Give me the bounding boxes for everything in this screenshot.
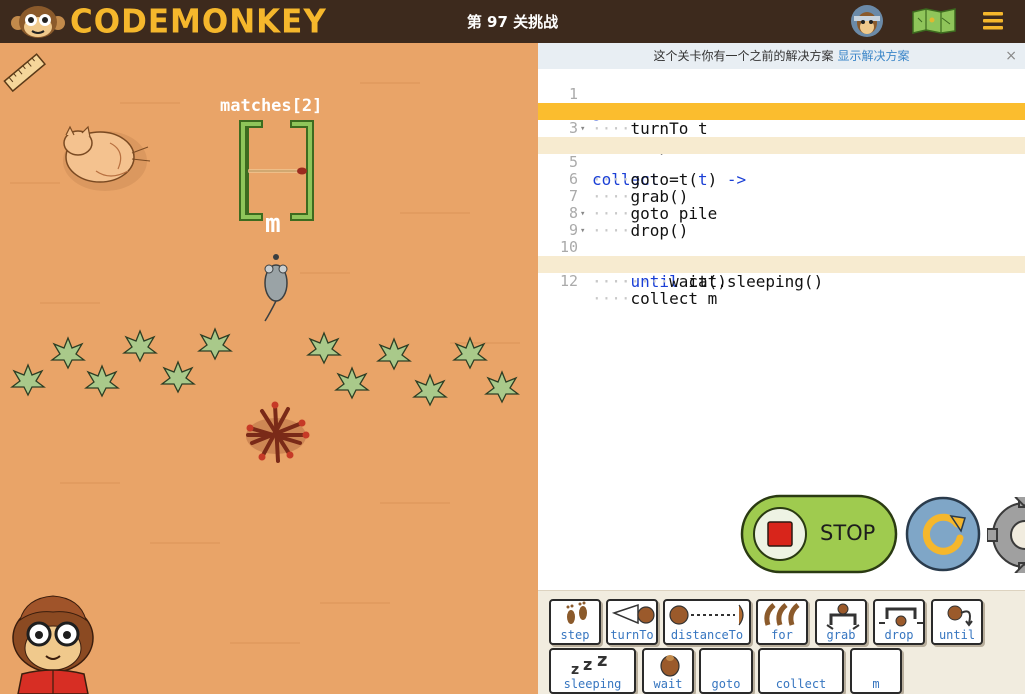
monkey-logo-icon bbox=[11, 6, 65, 38]
code-line-current[interactable]: 3 ····step distanceTo t bbox=[538, 103, 1025, 154]
wait-icon bbox=[660, 655, 680, 677]
matches-container bbox=[239, 120, 314, 221]
reset-button[interactable] bbox=[905, 496, 981, 572]
command-collect[interactable]: collect bbox=[758, 648, 844, 694]
command-m[interactable]: m bbox=[850, 648, 902, 694]
code-line[interactable]: 11 ········wait() bbox=[538, 239, 1025, 291]
command-label: wait bbox=[653, 677, 683, 691]
code-line[interactable]: 6 ····grab() bbox=[538, 154, 1025, 206]
command-label: distanceTo bbox=[670, 628, 744, 642]
code-text[interactable]: ········wait() bbox=[592, 273, 727, 290]
command-label: for bbox=[771, 628, 793, 642]
command-step[interactable]: step bbox=[549, 599, 601, 645]
bushes bbox=[10, 327, 520, 407]
hamburger-icon bbox=[983, 12, 1003, 30]
line-number: 12 bbox=[559, 272, 578, 290]
match-pile bbox=[246, 401, 310, 463]
command-label: grab bbox=[826, 628, 856, 642]
code-line[interactable]: 7 ····goto pile bbox=[538, 171, 1025, 223]
gear-icon bbox=[987, 497, 1025, 573]
grab-claw-icon bbox=[826, 603, 860, 630]
code-lines[interactable]: 1 goto = (t) -> 2 ····turnTo t 3 ····ste… bbox=[538, 69, 1025, 307]
distance-icon bbox=[669, 604, 744, 626]
previous-solution-notice: 这个关卡你有一个之前的解决方案 显示解决方案 × bbox=[538, 43, 1025, 69]
matches-label: matches[2] bbox=[220, 96, 323, 116]
map-icon[interactable] bbox=[912, 8, 956, 34]
command-turnto[interactable]: turnTo bbox=[606, 599, 658, 645]
until-icon bbox=[947, 605, 973, 627]
command-wait[interactable]: wait bbox=[642, 648, 694, 694]
bananas-icon bbox=[764, 603, 800, 626]
code-line[interactable]: 4 ▾ collect = (t) -> bbox=[538, 120, 1025, 188]
command-distanceto[interactable]: distanceTo bbox=[663, 599, 751, 645]
cat-sleeping bbox=[63, 125, 151, 191]
command-drop[interactable]: drop bbox=[873, 599, 925, 645]
command-sleeping[interactable]: z z z sleeping bbox=[549, 648, 636, 694]
ruler-icon[interactable] bbox=[2, 51, 48, 95]
stop-label: STOP bbox=[820, 521, 876, 545]
sleeping-zzz-icon: z z z bbox=[571, 650, 607, 678]
turn-icon bbox=[611, 603, 655, 625]
mouse bbox=[264, 254, 288, 322]
svg-text:z: z bbox=[583, 655, 592, 674]
code-line[interactable]: 12 ····collect m bbox=[538, 256, 1025, 307]
code-text[interactable]: ····collect m bbox=[592, 290, 717, 307]
command-label: m bbox=[872, 677, 880, 691]
drop-claw-icon bbox=[879, 607, 923, 627]
notice-text: 这个关卡你有一个之前的解决方案 bbox=[653, 49, 834, 63]
code-line[interactable]: 10 ▾ ····until cat.sleeping() bbox=[538, 222, 1025, 290]
code-line[interactable]: 2 ····turnTo t bbox=[538, 86, 1025, 138]
monkey-character bbox=[12, 595, 94, 694]
svg-text:z: z bbox=[571, 662, 579, 678]
command-palette: step turnTo distanceTo for grab drop unt… bbox=[538, 590, 1025, 694]
avatar-icon[interactable] bbox=[850, 4, 884, 38]
menu-button[interactable] bbox=[982, 10, 1004, 32]
settings-button[interactable] bbox=[987, 497, 1025, 573]
stop-square-icon bbox=[767, 521, 793, 547]
show-solution-link[interactable]: 显示解决方案 bbox=[838, 49, 910, 63]
command-label: until bbox=[938, 628, 976, 642]
command-label: goto bbox=[711, 677, 741, 691]
footprints-icon bbox=[566, 601, 587, 624]
code-line[interactable]: 9 ▾ for m in matches bbox=[538, 205, 1025, 273]
command-for[interactable]: for bbox=[756, 599, 808, 645]
command-label: drop bbox=[884, 628, 914, 642]
fold-arrow-icon[interactable]: ▾ bbox=[580, 223, 585, 240]
top-bar: CODEMONKEY 第 97 关挑战 bbox=[0, 0, 1025, 43]
logo-text: CODEMONKEY bbox=[70, 2, 327, 41]
fold-arrow-icon[interactable]: ▾ bbox=[580, 121, 585, 138]
fold-arrow-icon[interactable]: ▾ bbox=[580, 206, 585, 223]
command-label: turnTo bbox=[610, 628, 654, 642]
command-label: step bbox=[560, 628, 590, 642]
command-grab[interactable]: grab bbox=[815, 599, 867, 645]
code-line[interactable]: 5 ····goto t bbox=[538, 137, 1025, 188]
command-goto[interactable]: goto bbox=[699, 648, 753, 694]
close-icon[interactable]: × bbox=[1005, 43, 1017, 69]
command-until[interactable]: until bbox=[931, 599, 983, 645]
codemonkey-logo[interactable]: CODEMONKEY bbox=[10, 3, 327, 40]
match-variable-label: m bbox=[265, 209, 281, 239]
code-line[interactable]: 1 goto = (t) -> bbox=[538, 69, 1025, 121]
command-label: collect bbox=[775, 677, 827, 691]
svg-text:z: z bbox=[597, 650, 607, 671]
code-line[interactable]: 8 ····drop() bbox=[538, 188, 1025, 240]
command-label: sleeping bbox=[563, 677, 622, 691]
